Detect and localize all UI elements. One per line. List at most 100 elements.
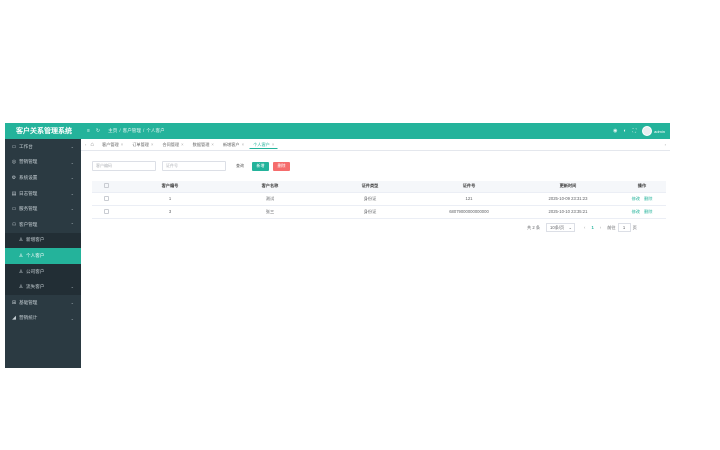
sidebar-item-10[interactable]: ⊞ 基础管理 ⌄	[5, 295, 81, 311]
target-icon: ◎	[11, 159, 17, 166]
menu-toggle-icon[interactable]: ≡	[87, 128, 90, 134]
sidebar-item-3[interactable]: ▤ 日志管理 ⌄	[5, 186, 81, 202]
username[interactable]: admin	[654, 129, 665, 134]
row-select-cell[interactable]	[92, 205, 120, 219]
chevron-icon: ⌄	[70, 206, 74, 212]
id-number-input[interactable]: 证件号	[162, 161, 226, 171]
close-icon[interactable]: ×	[151, 142, 153, 147]
sidebar-item-2[interactable]: ⚙ 系统设置 ⌄	[5, 170, 81, 186]
cell-updated: 2025-10-10 23:35:21	[518, 205, 618, 219]
tabs-left-arrow-icon[interactable]: ‹	[85, 142, 86, 147]
select-all-cell[interactable]	[92, 181, 120, 193]
next-page-button[interactable]: ›	[600, 225, 601, 230]
delete-button[interactable]: 删除	[273, 161, 290, 171]
sidebar-item-8[interactable]: ♙ 公司客户	[5, 263, 81, 280]
sidebar-item-11[interactable]: ◢ 营销统计 ⌄	[5, 311, 81, 327]
tab-5[interactable]: 个人客户 ×	[249, 140, 279, 149]
customer-no-input[interactable]: 客户编码	[92, 161, 156, 171]
tab-label: 合同管理	[162, 141, 180, 147]
sidebar-item-6[interactable]: ♙ 新增客户	[5, 232, 81, 249]
pagination: 共 2 条 10条/页 ⌄ ‹ 1 › 前往 1 页	[527, 223, 637, 232]
breadcrumb: 主页 / 客户管理 / 个人客户	[108, 128, 165, 133]
tab-4[interactable]: 新增客户 ×	[219, 140, 248, 149]
breadcrumb-home[interactable]: 主页	[108, 128, 117, 133]
sidebar-item-label: 公司客户	[26, 268, 45, 274]
cell-actions: 修改 删除	[618, 192, 666, 206]
close-icon[interactable]: ×	[121, 142, 123, 147]
col-id-no: 证件号	[420, 181, 518, 193]
sidebar-item-5[interactable]: ⚇ 客户管理 ⌃	[5, 217, 81, 233]
sidebar-item-label: 流失客户	[26, 284, 45, 290]
sidebar-item-label: 日志管理	[19, 190, 38, 196]
total-count: 共 2 条	[527, 224, 541, 230]
close-icon[interactable]: ×	[272, 142, 274, 147]
chevron-icon: ⌄	[70, 190, 74, 196]
sidebar-item-1[interactable]: ◎ 营销管理 ⌄	[5, 155, 81, 171]
table-row[interactable]: 1 测试 身份证 121 2025-10-09 23:31:23 修改 删除	[92, 192, 666, 206]
sidebar-item-label: 服务管理	[19, 206, 38, 212]
col-id-type: 证件类型	[320, 181, 420, 193]
user-icon: ♙	[18, 252, 24, 259]
delete-link[interactable]: 删除	[644, 196, 652, 201]
sidebar-item-4[interactable]: ▭ 服务管理 ⌄	[5, 201, 81, 217]
col-customer-name: 客户名称	[220, 181, 320, 193]
topbar: ≡ ↻ 主页 / 客户管理 / 个人客户 ◉ ◐ ⛶ admin	[81, 123, 670, 139]
table-header-row: 客户编号 客户名称 证件类型 证件号 更新时间 操作	[92, 181, 666, 193]
cell-id_type: 身份证	[320, 205, 420, 219]
chevron-icon: ⌄	[70, 159, 74, 165]
refresh-icon[interactable]: ↻	[96, 128, 100, 134]
col-actions: 操作	[618, 181, 666, 193]
cell-no: 3	[120, 205, 220, 219]
search-icon[interactable]: ◉	[613, 128, 617, 134]
app-title: 客户关系管理系统	[5, 123, 81, 139]
sidebar-item-label: 系统设置	[19, 174, 38, 180]
tab-label: 数据管理	[192, 141, 210, 147]
row-checkbox[interactable]	[103, 195, 109, 201]
customer-table: 客户编号 客户名称 证件类型 证件号 更新时间 操作 1 测试 身份证 121 2025…	[92, 181, 666, 219]
chevron-icon: ⌄	[70, 315, 74, 321]
table-row[interactable]: 3 张三 身份证 68079000000000000 2025-10-10 23:35:…	[92, 205, 666, 219]
goto-page-input[interactable]: 1	[617, 223, 631, 232]
topbar-actions: ◉ ◐ ⛶ admin	[613, 126, 665, 136]
breadcrumb-customer-mgmt[interactable]: 客户管理	[123, 128, 141, 133]
cell-actions: 修改 删除	[618, 205, 666, 219]
tabs-list: 客户管理 × 订单管理 × 合同管理 × 数据管理 × 新增客户 × 个人客户 ×	[98, 140, 279, 149]
select-all-checkbox[interactable]	[103, 183, 109, 189]
page-number-current[interactable]: 1	[591, 225, 593, 230]
prev-page-button[interactable]: ‹	[584, 225, 585, 230]
sidebar-item-0[interactable]: ▭ 工作台 ⌄	[5, 139, 81, 155]
tab-1[interactable]: 订单管理 ×	[128, 140, 157, 149]
user-icon: ♙	[18, 284, 24, 291]
edit-link[interactable]: 修改	[632, 196, 640, 201]
close-icon[interactable]: ×	[242, 142, 244, 147]
home-icon[interactable]: ⌂	[90, 142, 94, 148]
fullscreen-icon[interactable]: ⛶	[633, 128, 637, 134]
sidebar: 客户关系管理系统 ▭ 工作台 ⌄ ◎ 营销管理 ⌄ ⚙ 系统设置 ⌄ ▤ 日志管理 ⌄ ▭ 服务管理 ⌄ ⚇ 客…	[5, 123, 81, 368]
tab-3[interactable]: 数据管理 ×	[189, 140, 218, 149]
tabs-right-arrow-icon[interactable]: ›	[665, 142, 666, 147]
sidebar-item-label: 基础管理	[19, 299, 38, 305]
delete-link[interactable]: 删除	[644, 209, 652, 214]
avatar[interactable]	[642, 126, 653, 136]
theme-icon[interactable]: ◐	[624, 128, 627, 134]
search-button[interactable]: 查询	[232, 161, 248, 171]
tab-2[interactable]: 合同管理 ×	[158, 140, 187, 149]
close-icon[interactable]: ×	[181, 142, 183, 147]
sidebar-item-label: 客户管理	[19, 221, 38, 227]
breadcrumb-current: 个人客户	[146, 128, 165, 133]
sidebar-item-label: 新增客户	[26, 237, 45, 243]
chevron-icon: ⌄	[70, 284, 74, 290]
close-icon[interactable]: ×	[211, 142, 213, 147]
page-unit-label: 页	[632, 224, 637, 230]
edit-link[interactable]: 修改	[632, 209, 640, 214]
sidebar-item-7[interactable]: ♙ 个人客户	[5, 248, 81, 264]
chevron-icon: ⌄	[70, 299, 74, 305]
sidebar-item-9[interactable]: ♙ 流失客户 ⌄	[5, 279, 81, 295]
add-button[interactable]: 新增	[252, 161, 269, 171]
row-select-cell[interactable]	[92, 192, 120, 206]
chevron-icon: ⌃	[70, 221, 74, 227]
tab-0[interactable]: 客户管理 ×	[98, 140, 127, 149]
row-checkbox[interactable]	[103, 208, 109, 214]
col-updated: 更新时间	[518, 181, 618, 193]
page-size-select[interactable]: 10条/页 ⌄	[546, 223, 576, 232]
